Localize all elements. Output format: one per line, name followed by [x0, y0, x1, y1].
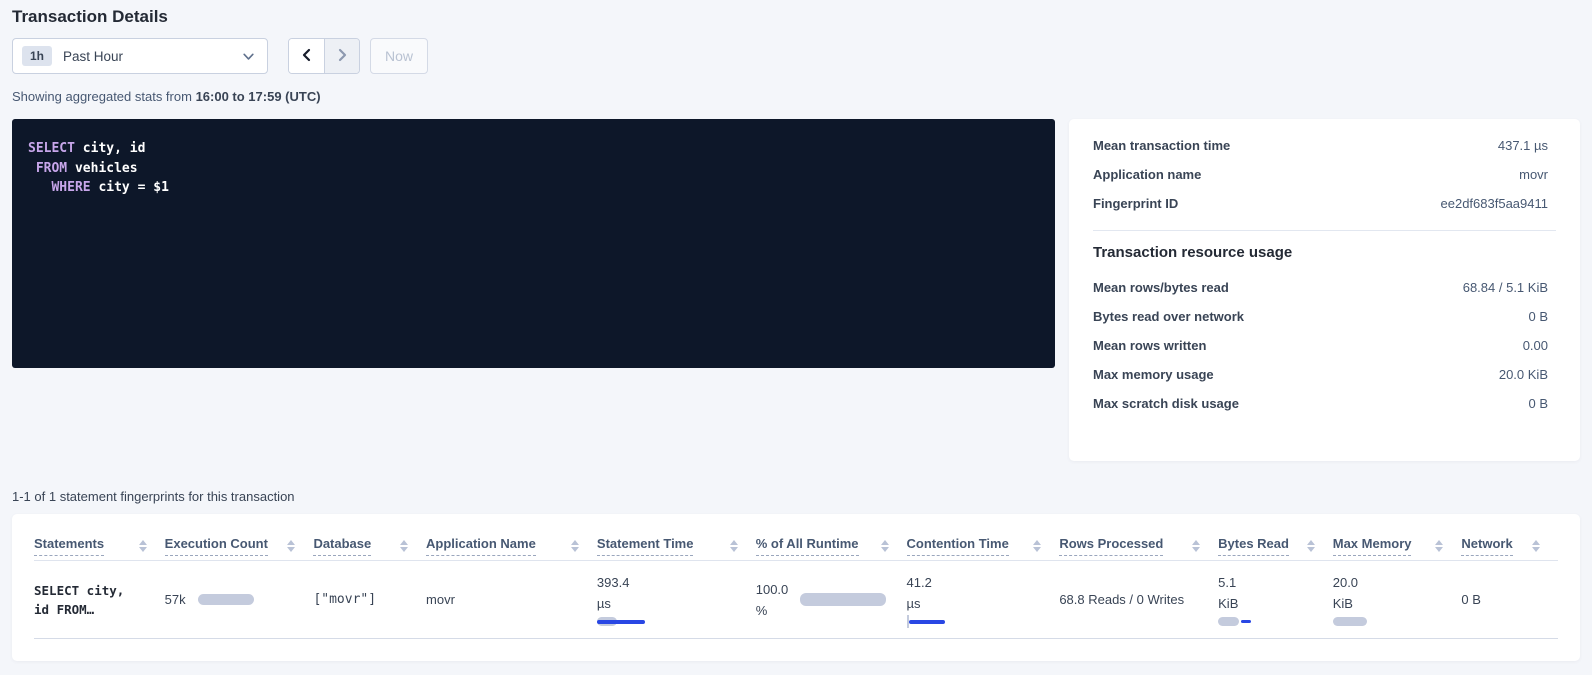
- stat-value: 0.00: [1523, 338, 1548, 353]
- statement-time-barchart: [597, 617, 645, 627]
- stat-label: Mean rows written: [1093, 338, 1206, 353]
- execution-count-value: 57k: [165, 592, 186, 607]
- sort-icon: [730, 540, 738, 552]
- column-header-rows-processed[interactable]: Rows Processed: [1059, 526, 1218, 561]
- interval-badge: 1h: [22, 46, 52, 66]
- aggregation-range-value: 16:00 to 17:59 (UTC): [196, 89, 321, 104]
- network-cell: 0 B: [1461, 561, 1558, 639]
- statement-cell: SELECT city, id FROM…: [34, 561, 165, 639]
- statement-time-cell: 393.4 µs: [597, 561, 756, 639]
- column-header-runtime-pct[interactable]: % of All Runtime: [756, 526, 907, 561]
- next-time-button[interactable]: [324, 39, 359, 73]
- column-header-execution-count[interactable]: Execution Count: [165, 526, 314, 561]
- sort-icon: [1307, 540, 1315, 552]
- stat-row: Max scratch disk usage 0 B: [1093, 389, 1556, 418]
- contention-time-barchart: [907, 617, 945, 627]
- sort-icon: [881, 540, 889, 552]
- stat-label: Mean transaction time: [1093, 138, 1230, 153]
- time-controls: 1h Past Hour Now: [12, 38, 1580, 74]
- sort-icon: [1192, 540, 1200, 552]
- stat-row: Mean rows/bytes read 68.84 / 5.1 KiB: [1093, 273, 1556, 302]
- column-header-bytes-read[interactable]: Bytes Read: [1218, 526, 1333, 561]
- transaction-details-page: Transaction Details 1h Past Hour Now S: [0, 7, 1592, 661]
- column-header-statements[interactable]: Statements: [34, 526, 165, 561]
- chevron-left-icon: [299, 47, 315, 66]
- card-divider: [1093, 230, 1556, 231]
- previous-time-button[interactable]: [289, 39, 324, 73]
- sort-icon: [287, 540, 295, 552]
- stat-value: 20.0 KiB: [1499, 367, 1548, 382]
- execution-count-cell: 57k: [165, 561, 314, 639]
- stat-row: Fingerprint ID ee2df683f5aa9411: [1093, 189, 1556, 218]
- statement-row: SELECT city, id FROM… 57k ["movr"] movr: [34, 561, 1558, 639]
- column-header-database[interactable]: Database: [313, 526, 426, 561]
- application-name-cell: movr: [426, 561, 597, 639]
- bytes-read-cell: 5.1 KiB: [1218, 561, 1333, 639]
- aggregation-range-text: Showing aggregated stats from 16:00 to 1…: [12, 89, 1580, 104]
- statements-table-card: Statements Execution Count Database Appl…: [12, 514, 1580, 661]
- runtime-pct-bar: [800, 593, 886, 606]
- sort-icon: [571, 540, 579, 552]
- table-header-row: Statements Execution Count Database Appl…: [34, 526, 1558, 561]
- sort-icon: [1532, 540, 1540, 552]
- statement-link[interactable]: SELECT city, id FROM…: [34, 581, 149, 619]
- sort-icon: [1033, 540, 1041, 552]
- stat-value: movr: [1519, 167, 1548, 182]
- statements-table: Statements Execution Count Database Appl…: [34, 526, 1558, 639]
- time-step-buttons: [288, 38, 360, 74]
- bytes-read-barchart: [1218, 617, 1252, 627]
- column-header-application-name[interactable]: Application Name: [426, 526, 597, 561]
- runtime-pct-cell: 100.0 %: [756, 561, 907, 639]
- column-header-max-memory[interactable]: Max Memory: [1333, 526, 1462, 561]
- stat-row: Mean transaction time 437.1 µs: [1093, 131, 1556, 160]
- stat-label: Bytes read over network: [1093, 309, 1244, 324]
- stat-label: Fingerprint ID: [1093, 196, 1178, 211]
- stat-row: Application name movr: [1093, 160, 1556, 189]
- stat-value: ee2df683f5aa9411: [1441, 196, 1548, 211]
- aggregation-range-prefix: Showing aggregated stats from: [12, 89, 196, 104]
- stat-label: Application name: [1093, 167, 1201, 182]
- column-header-statement-time[interactable]: Statement Time: [597, 526, 756, 561]
- resource-usage-heading: Transaction resource usage: [1093, 244, 1556, 261]
- sort-icon: [139, 540, 147, 552]
- column-header-network[interactable]: Network: [1461, 526, 1558, 561]
- stat-value: 437.1 µs: [1498, 138, 1548, 153]
- column-header-contention-time[interactable]: Contention Time: [907, 526, 1060, 561]
- database-cell: ["movr"]: [313, 561, 426, 639]
- execution-count-bar: [198, 594, 254, 605]
- sql-statement-box: SELECT city, id FROM vehicles WHERE city…: [12, 119, 1055, 368]
- contention-time-cell: 41.2 µs: [907, 561, 1060, 639]
- transaction-summary-card: Mean transaction time 437.1 µs Applicati…: [1069, 119, 1580, 461]
- stat-row: Mean rows written 0.00: [1093, 331, 1556, 360]
- stat-value: 0 B: [1528, 309, 1548, 324]
- max-memory-barchart: [1333, 617, 1367, 627]
- now-button[interactable]: Now: [370, 38, 428, 74]
- stat-label: Max scratch disk usage: [1093, 396, 1239, 411]
- sort-icon: [1435, 540, 1443, 552]
- stat-value: 0 B: [1528, 396, 1548, 411]
- stat-row: Max memory usage 20.0 KiB: [1093, 360, 1556, 389]
- stat-label: Max memory usage: [1093, 367, 1214, 382]
- chevron-right-icon: [334, 47, 350, 66]
- chevron-down-icon: [242, 50, 255, 63]
- sql-code: SELECT city, id FROM vehicles WHERE city…: [28, 139, 1039, 198]
- stat-label: Mean rows/bytes read: [1093, 280, 1229, 295]
- stat-row: Bytes read over network 0 B: [1093, 302, 1556, 331]
- table-caption: 1-1 of 1 statement fingerprints for this…: [12, 489, 1580, 504]
- max-memory-cell: 20.0 KiB: [1333, 561, 1462, 639]
- rows-processed-cell: 68.8 Reads / 0 Writes: [1059, 561, 1218, 639]
- stat-value: 68.84 / 5.1 KiB: [1463, 280, 1548, 295]
- page-title: Transaction Details: [12, 7, 1580, 27]
- interval-label: Past Hour: [63, 49, 123, 64]
- sort-icon: [400, 540, 408, 552]
- time-interval-dropdown[interactable]: 1h Past Hour: [12, 38, 268, 74]
